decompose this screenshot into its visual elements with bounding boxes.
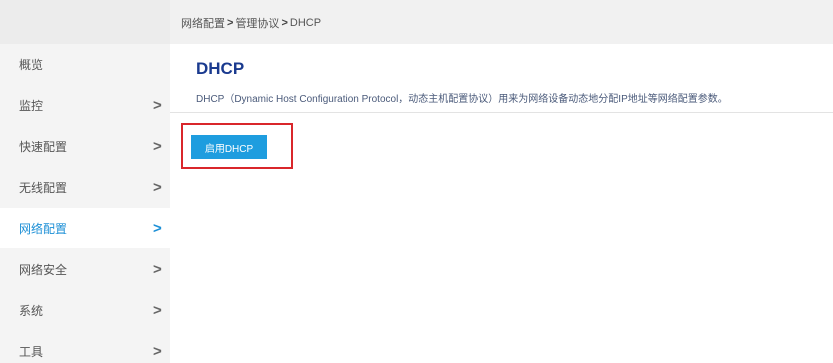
breadcrumb-separator: > bbox=[227, 17, 234, 29]
sidebar-item-network-security[interactable]: 网络安全 > bbox=[0, 249, 170, 289]
sidebar-item-label: 无线配置 bbox=[19, 180, 68, 195]
breadcrumb: 网络配置 > 管理协议 > DHCP bbox=[181, 15, 321, 31]
chevron-right-icon: > bbox=[153, 301, 162, 319]
sidebar-item-overview[interactable]: 概览 bbox=[0, 44, 170, 84]
breadcrumb-network-config[interactable]: 网络配置 bbox=[181, 15, 225, 31]
sidebar-item-system[interactable]: 系统 > bbox=[0, 290, 170, 330]
breadcrumb-separator: > bbox=[281, 17, 288, 29]
sidebar-item-label: 概览 bbox=[19, 57, 44, 72]
sidebar-item-label: 网络安全 bbox=[19, 262, 68, 277]
sidebar-item-label: 工具 bbox=[19, 344, 44, 359]
sidebar-item-monitor[interactable]: 监控 > bbox=[0, 85, 170, 125]
breadcrumb-management-protocol[interactable]: 管理协议 bbox=[235, 15, 279, 31]
page-description: DHCP（Dynamic Host Configuration Protocol… bbox=[196, 94, 728, 105]
chevron-right-icon: > bbox=[153, 219, 162, 237]
chevron-right-icon: > bbox=[153, 137, 162, 155]
chevron-right-icon: > bbox=[153, 178, 162, 196]
chevron-right-icon: > bbox=[153, 260, 162, 278]
sidebar-item-label: 快速配置 bbox=[19, 139, 68, 154]
page-title: DHCP bbox=[196, 59, 245, 78]
sidebar-item-quick-config[interactable]: 快速配置 > bbox=[0, 126, 170, 166]
sidebar: 概览 监控 > 快速配置 > 无线配置 > 网络配置 > 网络安全 > 系统 >… bbox=[0, 44, 170, 363]
sidebar-item-label: 网络配置 bbox=[19, 221, 68, 236]
enable-dhcp-button[interactable]: 启用DHCP bbox=[191, 135, 267, 159]
logo-area bbox=[0, 0, 170, 44]
sidebar-item-wireless-config[interactable]: 无线配置 > bbox=[0, 167, 170, 207]
chevron-right-icon: > bbox=[153, 342, 162, 360]
sidebar-item-label: 系统 bbox=[19, 303, 44, 318]
chevron-right-icon: > bbox=[153, 96, 162, 114]
top-bar: 网络配置 > 管理协议 > DHCP bbox=[0, 0, 833, 44]
sidebar-item-tools[interactable]: 工具 > bbox=[0, 331, 170, 363]
sidebar-item-network-config[interactable]: 网络配置 > bbox=[0, 208, 170, 248]
sidebar-item-label: 监控 bbox=[19, 98, 44, 113]
divider bbox=[170, 112, 833, 113]
breadcrumb-dhcp: DHCP bbox=[289, 17, 322, 29]
main-content: DHCP DHCP（Dynamic Host Configuration Pro… bbox=[170, 44, 833, 363]
